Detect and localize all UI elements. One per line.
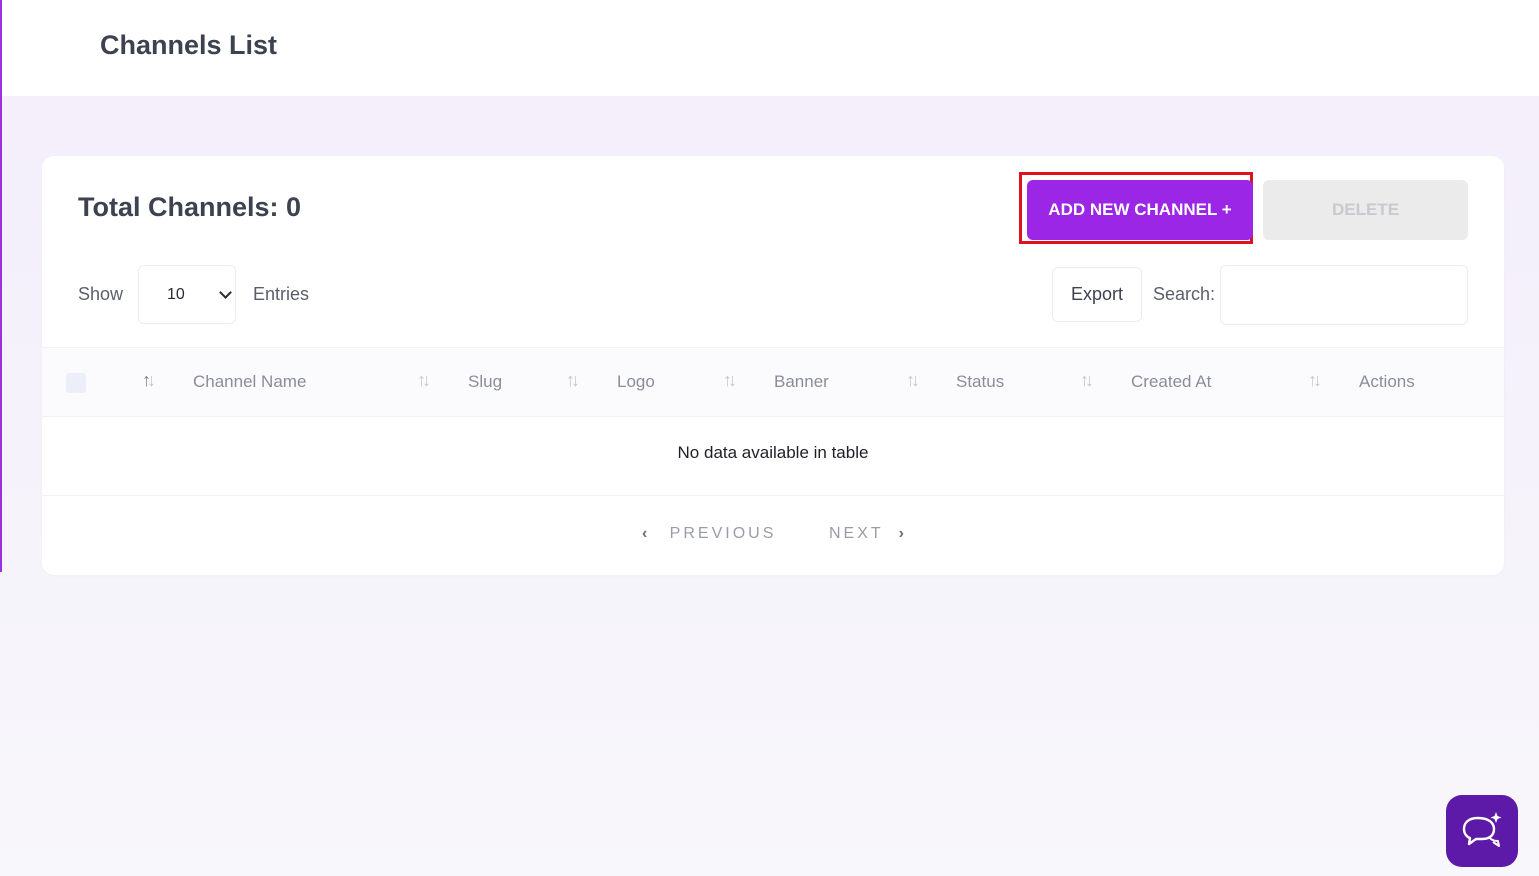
sort-arrows-icon[interactable]: ↑↓ <box>723 370 737 391</box>
sort-arrows-icon[interactable]: ↑↓ <box>1080 370 1094 391</box>
show-label: Show <box>78 284 124 304</box>
chat-sparkle-icon <box>1462 812 1502 847</box>
sort-arrows-icon[interactable]: ↑↓ <box>142 370 156 391</box>
sort-arrows-icon[interactable]: ↑↓ <box>566 370 580 391</box>
search-label: Search: <box>1153 284 1216 304</box>
entries-select-value: 10 <box>167 286 185 303</box>
column-header-channel-name[interactable]: Channel Name <box>193 372 306 392</box>
export-button[interactable]: Export <box>1052 267 1142 322</box>
chevron-left-icon: ‹ <box>642 525 648 542</box>
add-new-channel-button[interactable]: ADD NEW CHANNEL + <box>1027 180 1253 240</box>
column-header-status[interactable]: Status <box>956 372 1004 392</box>
column-header-banner[interactable]: Banner <box>774 372 829 392</box>
select-all-checkbox[interactable] <box>66 373 86 393</box>
previous-page-button[interactable]: ‹ PREVIOUS <box>642 525 776 543</box>
channels-card: Total Channels: 0 ADD NEW CHANNEL + DELE… <box>42 156 1504 575</box>
next-label: NEXT <box>829 525 884 542</box>
table-row: No data available in table <box>42 417 1504 496</box>
column-header-logo[interactable]: Logo <box>617 372 655 392</box>
chevron-down-icon <box>219 286 232 299</box>
sort-arrows-icon[interactable]: ↑↓ <box>417 370 431 391</box>
delete-button[interactable]: DELETE <box>1263 180 1468 240</box>
total-channels-title: Total Channels: 0 <box>78 192 302 222</box>
previous-label: PREVIOUS <box>669 525 777 542</box>
column-header-actions: Actions <box>1359 372 1415 391</box>
next-page-button[interactable]: NEXT › <box>829 525 904 543</box>
sort-arrows-icon[interactable]: ↑↓ <box>906 370 920 391</box>
table-header: ↑↓ Channel Name ↑↓ Slug ↑↓ Logo ↑↓ Banne… <box>42 347 1504 417</box>
page-title: Channels List <box>100 30 278 60</box>
chat-support-button[interactable] <box>1446 795 1518 867</box>
chevron-right-icon: › <box>898 525 904 542</box>
entries-label: Entries <box>253 284 310 304</box>
empty-table-message: No data available in table <box>677 443 869 462</box>
column-header-created-at[interactable]: Created At <box>1131 372 1211 392</box>
column-header-slug[interactable]: Slug <box>468 372 502 392</box>
entries-select[interactable]: 10 <box>138 265 236 324</box>
sort-arrows-icon[interactable]: ↑↓ <box>1308 370 1322 391</box>
search-input[interactable] <box>1220 265 1468 325</box>
top-bar: Channels List <box>2 0 1539 96</box>
